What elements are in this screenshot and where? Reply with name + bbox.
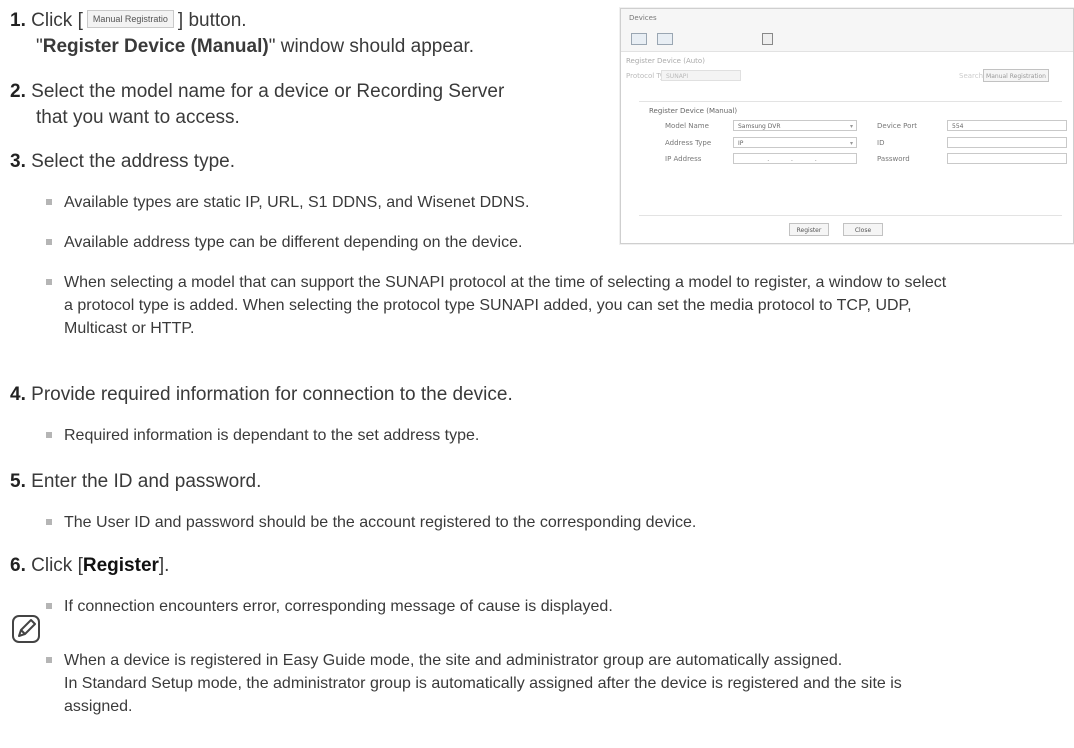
register-button[interactable]: Register [789,223,829,236]
ip-address-label: IP Address [665,155,702,163]
step-number: 3. [10,151,26,172]
step-number: 1. [10,10,26,31]
step-number: 6. [10,555,26,576]
step-text: Enter the ID and password. [31,471,262,492]
note-item: When a device is registered in Easy Guid… [46,649,1070,718]
bullet-square-icon [46,279,52,285]
devices-toolbar [621,9,1073,52]
chevron-down-icon: ▾ [849,140,853,147]
step-number: 5. [10,471,26,492]
device-port-label: Device Port [877,122,918,130]
model-name-label: Model Name [665,122,709,130]
add-device-icon[interactable] [631,33,647,45]
chevron-down-icon: ▾ [849,123,853,130]
note-pencil-icon [12,615,40,643]
devices-tab-title: Devices [629,14,657,22]
step-1: 1. Click [Manual Registratio] button. [10,8,247,33]
bullet-square-icon [46,657,52,663]
auto-section-title: Register Device (Auto) [626,57,705,65]
step-3: 3. Select the address type. [10,149,235,174]
step-1-line-2: "Register Device (Manual)" window should… [36,36,475,57]
step-6: 6. Click [Register]. [10,555,170,576]
manual-registration-button[interactable]: Manual Registration [983,69,1049,82]
ip-address-field[interactable]: . . . [733,153,857,164]
manual-registration-button-image: Manual Registratio [86,9,174,28]
bullet-item: The User ID and password should be the a… [46,511,946,534]
step-5: 5. Enter the ID and password. [10,469,261,494]
search-label: Search [959,72,984,80]
register-label: Register [82,555,159,576]
step-text: Click [ [31,10,83,31]
edit-device-icon[interactable] [657,33,673,45]
bullet-square-icon [46,432,52,438]
step-text: Select the address type. [31,151,235,172]
trash-icon[interactable] [762,33,773,45]
protocol-type-field[interactable]: SUNAPI [661,70,741,81]
address-type-label: Address Type [665,139,712,147]
window-name: Register Device (Manual) [42,36,269,57]
password-field[interactable] [947,153,1067,164]
bullet-square-icon [46,519,52,525]
address-type-select[interactable]: IP ▾ [733,137,857,148]
step-4: 4. Provide required information for conn… [10,382,513,407]
bullet-item: If connection encounters error, correspo… [46,595,946,618]
step-text: Select the model name for a device or Re… [31,81,505,102]
register-device-dialog-screenshot: Devices Register Device (Auto) Protocol … [620,8,1074,244]
bullet-item: Available address type can be different … [46,231,616,254]
step-2-line-2: that you want to access. [36,107,240,128]
manual-section-title: Register Device (Manual) [649,107,738,115]
bullet-square-icon [46,603,52,609]
bullet-item: Available types are static IP, URL, S1 D… [46,191,606,214]
password-label: Password [877,155,910,163]
bullet-item: Required information is dependant to the… [46,424,846,447]
bullet-item: When selecting a model that can support … [46,271,1070,340]
device-port-field[interactable]: 554 [947,120,1067,131]
step-number: 2. [10,81,26,102]
step-text: Provide required information for connect… [31,384,513,405]
step-text: ] button. [177,10,247,31]
bullet-square-icon [46,239,52,245]
id-label: ID [877,139,885,147]
model-name-select[interactable]: Samsung DVR ▾ [733,120,857,131]
step-number: 4. [10,384,26,405]
close-button[interactable]: Close [843,223,883,236]
step-2: 2. Select the model name for a device or… [10,79,504,104]
id-field[interactable] [947,137,1067,148]
divider [639,215,1062,216]
bullet-square-icon [46,199,52,205]
